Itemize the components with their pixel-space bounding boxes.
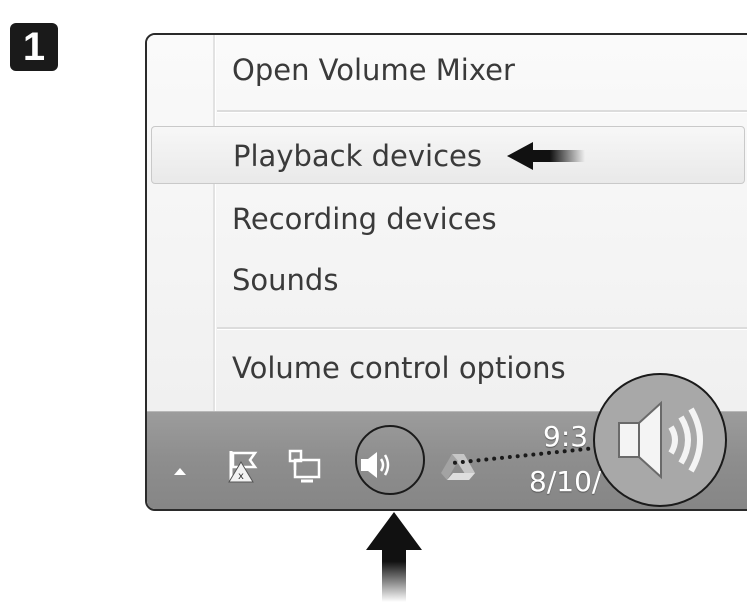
action-center-flag-icon[interactable]: x [227, 448, 261, 484]
menu-item-playback-devices[interactable]: Playback devices [151, 126, 745, 184]
network-icon[interactable] [287, 448, 323, 484]
windows-screenshot: Open Volume Mixer Playback devices Recor… [145, 33, 747, 511]
volume-icon-highlight-circle [355, 425, 425, 495]
up-arrow-icon [366, 512, 422, 602]
menu-separator [217, 110, 747, 113]
menu-item-label: Sounds [232, 263, 339, 297]
menu-item-label: Playback devices [233, 139, 482, 173]
clock-date[interactable]: 8/10/ [529, 465, 601, 498]
google-drive-icon[interactable] [439, 452, 477, 482]
show-hidden-icons-arrow-icon[interactable] [173, 466, 187, 476]
menu-item-open-volume-mixer[interactable]: Open Volume Mixer [147, 41, 747, 99]
menu-item-label: Volume control options [232, 351, 566, 385]
volume-context-menu: Open Volume Mixer Playback devices Recor… [147, 35, 747, 411]
menu-item-label: Recording devices [232, 202, 497, 236]
left-arrow-icon [507, 142, 585, 170]
svg-text:x: x [238, 471, 244, 482]
speaker-zoom-icon [618, 400, 703, 480]
step-number-badge: 1 [10, 23, 58, 71]
menu-separator [217, 327, 747, 330]
menu-item-sounds[interactable]: Sounds [147, 251, 747, 309]
menu-item-recording-devices[interactable]: Recording devices [147, 190, 747, 248]
menu-item-label: Open Volume Mixer [232, 53, 515, 87]
zoomed-volume-icon-callout [593, 373, 727, 507]
